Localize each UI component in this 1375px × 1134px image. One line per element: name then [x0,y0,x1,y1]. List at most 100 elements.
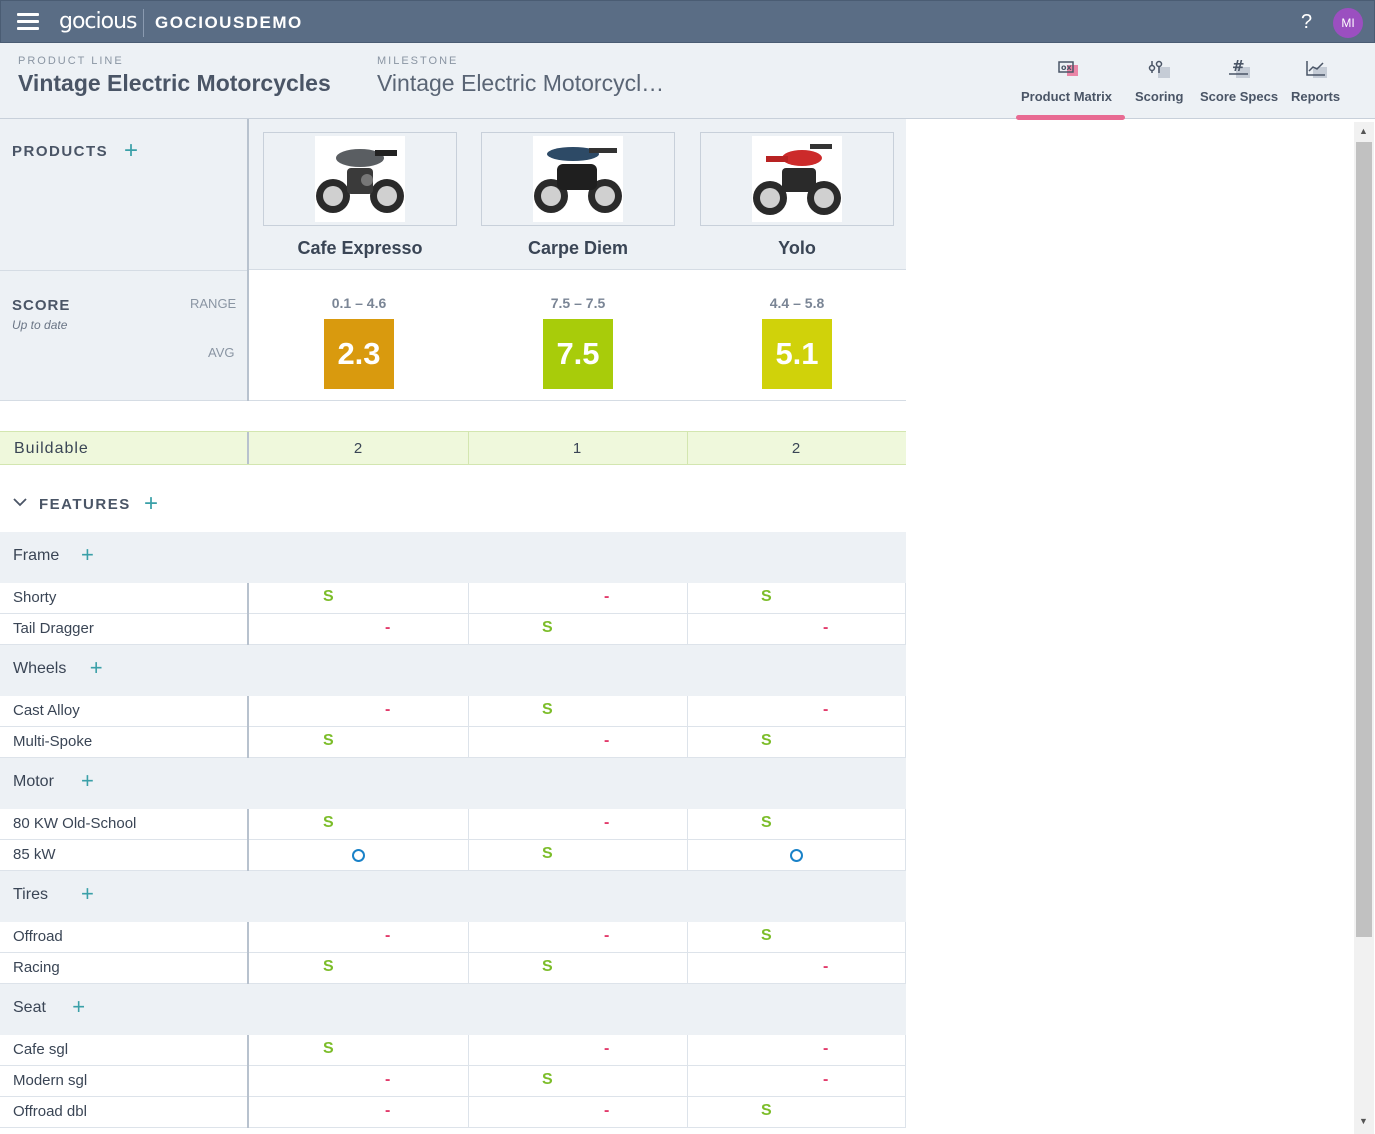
not-available-mark[interactable]: - [823,1040,828,1058]
standard-mark[interactable]: S [761,732,772,750]
not-available-mark[interactable]: - [604,814,609,832]
buildable-count[interactable]: 2 [687,440,905,457]
divider [247,809,249,840]
add-feature-to-category-button[interactable]: + [81,881,94,907]
feature-category-name[interactable]: Tires [13,886,48,904]
not-available-mark[interactable]: - [385,701,390,719]
standard-mark[interactable]: S [761,927,772,945]
not-available-mark[interactable]: - [604,1102,609,1120]
add-product-button[interactable]: + [124,139,138,163]
avg-score-badge[interactable]: 7.5 [543,319,613,389]
add-feature-button[interactable]: + [144,492,158,516]
feature-name[interactable]: Shorty [13,589,56,606]
not-available-mark[interactable]: - [385,619,390,637]
hamburger-menu-icon[interactable] [17,13,39,31]
score-status: Up to date [12,318,68,332]
not-available-mark[interactable]: - [385,1071,390,1089]
standard-mark[interactable]: S [761,814,772,832]
divider [247,1035,249,1066]
optional-mark[interactable] [352,849,365,862]
standard-mark[interactable]: S [323,958,334,976]
product-name[interactable]: Carpe Diem [481,238,675,259]
nav-score-specs[interactable]: # Score Specs [1200,57,1278,104]
divider [468,1097,469,1128]
buildable-count[interactable]: 2 [249,440,467,457]
product-card-image[interactable] [481,132,675,226]
scroll-up-icon[interactable]: ▲ [1359,126,1368,136]
not-available-mark[interactable]: - [823,1071,828,1089]
standard-mark[interactable]: S [542,701,553,719]
score-range: 4.4 – 5.8 [769,295,825,311]
product-name[interactable]: Yolo [700,238,894,259]
not-available-mark[interactable]: - [604,732,609,750]
nav-scoring[interactable]: Scoring [1135,57,1183,104]
optional-mark[interactable] [790,849,803,862]
feature-name[interactable]: Offroad dbl [13,1103,87,1120]
add-feature-to-category-button[interactable]: + [72,994,85,1020]
help-icon[interactable]: ? [1301,11,1312,34]
product-line-label: PRODUCT LINE [18,55,124,67]
feature-name[interactable]: Offroad [13,928,63,945]
feature-name[interactable]: Multi-Spoke [13,733,92,750]
feature-category-name[interactable]: Frame [13,547,59,565]
divider [247,922,249,953]
feature-name[interactable]: Cast Alloy [13,702,80,719]
divider [247,583,249,614]
svg-text:#: # [1232,57,1245,75]
scroll-down-icon[interactable]: ▼ [1359,1116,1368,1126]
product-name[interactable]: Cafe Expresso [263,238,457,259]
nav-product-matrix[interactable]: ox Product Matrix [1021,57,1112,104]
feature-category-name[interactable]: Motor [13,773,54,791]
nav-reports[interactable]: Reports [1291,57,1340,104]
divider [905,1035,906,1066]
standard-mark[interactable]: S [323,588,334,606]
avg-score-badge[interactable]: 5.1 [762,319,832,389]
milestone-selector[interactable]: Vintage Electric Motorcycl… [377,70,664,97]
feature-category-name[interactable]: Seat [13,999,46,1017]
app-logo[interactable]: gocious [59,9,137,34]
feature-category-name[interactable]: Wheels [13,660,66,678]
product-image-carpe-diem [533,136,623,222]
not-available-mark[interactable]: - [604,588,609,606]
add-feature-to-category-button[interactable]: + [81,768,94,794]
standard-mark[interactable]: S [761,1102,772,1120]
not-available-mark[interactable]: - [604,927,609,945]
standard-mark[interactable]: S [542,845,553,863]
standard-mark[interactable]: S [542,619,553,637]
feature-name[interactable]: 85 kW [13,846,56,863]
standard-mark[interactable]: S [542,1071,553,1089]
add-feature-to-category-button[interactable]: + [90,655,103,681]
scroll-thumb[interactable] [1356,142,1372,937]
standard-mark[interactable]: S [323,814,334,832]
not-available-mark[interactable]: - [385,927,390,945]
user-avatar[interactable]: MI [1333,8,1363,38]
feature-name[interactable]: Modern sgl [13,1072,87,1089]
not-available-mark[interactable]: - [823,619,828,637]
collapse-chevron-icon[interactable] [13,497,27,507]
not-available-mark[interactable]: - [385,1102,390,1120]
divider [468,614,469,645]
not-available-mark[interactable]: - [823,701,828,719]
standard-mark[interactable]: S [542,958,553,976]
divider [687,922,688,953]
divider [687,696,688,727]
avg-score-badge[interactable]: 2.3 [324,319,394,389]
standard-mark[interactable]: S [323,732,334,750]
feature-name[interactable]: Tail Dragger [13,620,94,637]
divider [687,727,688,758]
vertical-scrollbar[interactable]: ▲ ▼ [1354,122,1374,1134]
feature-name[interactable]: Racing [13,959,60,976]
buildable-count[interactable]: 1 [468,440,686,457]
divider [247,953,249,984]
product-line-selector[interactable]: Vintage Electric Motorcycles [18,70,331,97]
add-feature-to-category-button[interactable]: + [81,542,94,568]
feature-name[interactable]: Cafe sgl [13,1041,68,1058]
not-available-mark[interactable]: - [604,1040,609,1058]
standard-mark[interactable]: S [761,588,772,606]
product-card-image[interactable] [700,132,894,226]
not-available-mark[interactable]: - [823,958,828,976]
standard-mark[interactable]: S [323,1040,334,1058]
product-card-image[interactable] [263,132,457,226]
feature-name[interactable]: 80 KW Old-School [13,815,136,832]
company-name[interactable]: GOCIOUSDEMO [155,13,303,33]
